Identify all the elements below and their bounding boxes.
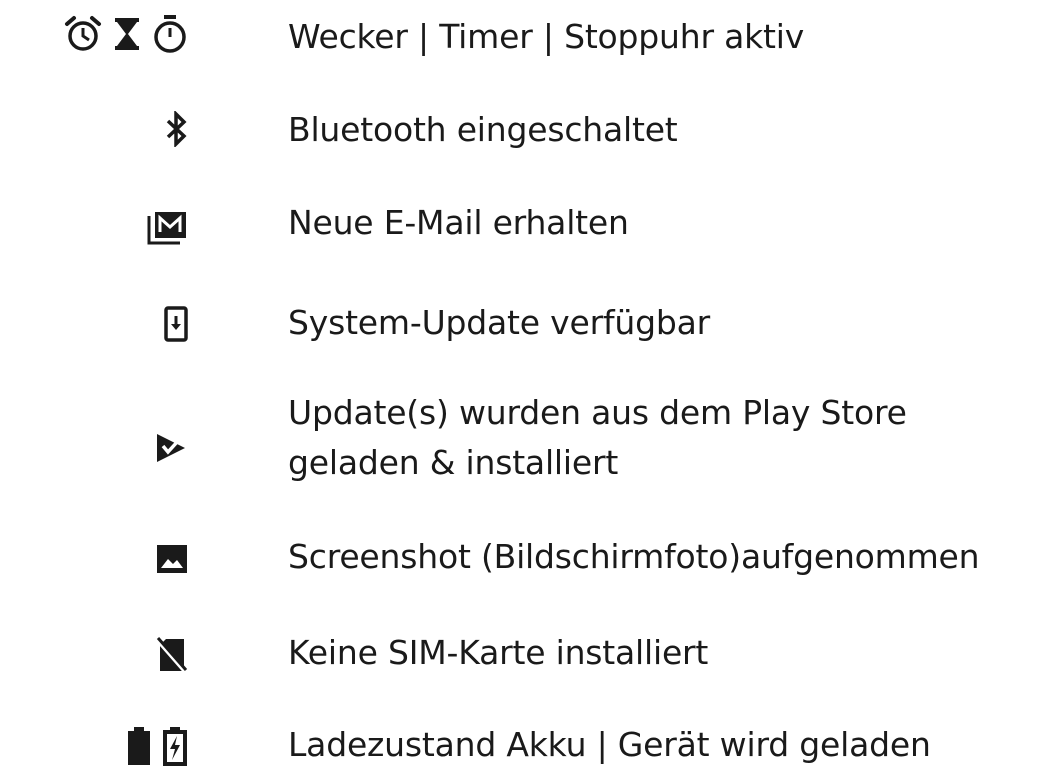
legend-icons bbox=[146, 208, 188, 246]
legend-icons bbox=[154, 432, 188, 464]
legend-label: Bluetooth eingeschaltet bbox=[288, 110, 678, 149]
legend-row-alarms: Wecker | Timer | Stoppuhr aktiv bbox=[0, 8, 1038, 58]
legend-icons bbox=[126, 726, 188, 766]
legend-row-screenshot: Screenshot (Bildschirmfoto)aufgenommen bbox=[0, 528, 1038, 578]
battery-full-icon bbox=[126, 726, 152, 766]
legend-icons bbox=[164, 306, 188, 342]
legend-label-line2: geladen & installiert bbox=[288, 443, 619, 482]
legend-label: Keine SIM-Karte installiert bbox=[288, 633, 709, 672]
legend-label: Neue E-Mail erhalten bbox=[288, 203, 629, 242]
legend-icons bbox=[164, 111, 188, 147]
legend-row-no-sim: Keine SIM-Karte installiert bbox=[0, 626, 1038, 676]
legend-icons bbox=[156, 544, 188, 574]
battery-charging-icon bbox=[162, 726, 188, 766]
legend-row-play-store: Update(s) wurden aus dem Play Store gela… bbox=[0, 388, 1038, 488]
stopwatch-icon bbox=[152, 14, 188, 54]
legend-label: Update(s) wurden aus dem Play Store bbox=[288, 393, 907, 432]
legend-row-system-update: System-Update verfügbar bbox=[0, 296, 1038, 346]
legend-row-bluetooth: Bluetooth eingeschaltet bbox=[0, 103, 1038, 153]
legend-label: Ladezustand Akku | Gerät wird geladen bbox=[288, 725, 931, 764]
screenshot-icon bbox=[156, 544, 188, 574]
legend-label: Wecker | Timer | Stoppuhr aktiv bbox=[288, 17, 805, 56]
alarm-clock-icon bbox=[64, 15, 102, 53]
email-icon bbox=[146, 208, 188, 246]
no-sim-icon bbox=[156, 636, 188, 674]
legend-row-email: Neue E-Mail erhalten bbox=[0, 198, 1038, 248]
legend-row-battery: Ladezustand Akku | Gerät wird geladen bbox=[0, 718, 1038, 768]
system-update-icon bbox=[164, 306, 188, 342]
legend-label: Screenshot (Bildschirmfoto)aufgenommen bbox=[288, 537, 980, 576]
legend-label: System-Update verfügbar bbox=[288, 303, 710, 342]
bluetooth-icon bbox=[164, 111, 188, 147]
play-store-update-icon bbox=[154, 432, 188, 464]
legend-icons bbox=[156, 636, 188, 674]
icon-legend: Wecker | Timer | Stoppuhr aktiv Bluetoot… bbox=[0, 0, 1038, 772]
legend-icons bbox=[64, 14, 188, 54]
hourglass-icon bbox=[112, 16, 142, 52]
